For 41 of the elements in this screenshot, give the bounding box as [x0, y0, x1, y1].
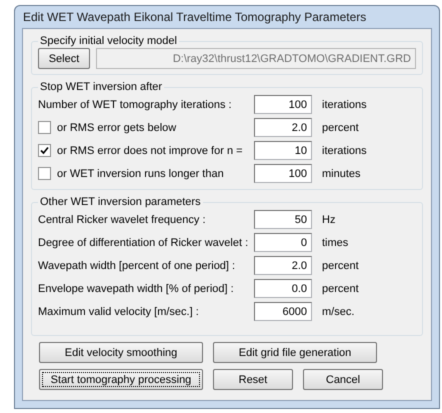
field-label: Central Ricker wavelet frequency : [38, 214, 207, 226]
path-field[interactable]: D:\ray32\thrust12\GRADTOMO\GRADIENT.GRD [96, 48, 416, 69]
input-field[interactable]: 2.0 [254, 256, 312, 275]
field-label: Maximum valid velocity [m/sec.] : [38, 306, 200, 318]
group-legend: Stop WET inversion after [38, 81, 164, 93]
unit-label: Hz [322, 214, 336, 226]
unit-label: minutes [322, 168, 361, 180]
input-field[interactable]: 50 [254, 210, 312, 229]
dialog-button[interactable]: Edit velocity smoothing [39, 342, 203, 363]
dialog-button[interactable]: Reset [213, 369, 293, 390]
input-field[interactable]: 6000 [254, 302, 312, 321]
select-button[interactable]: Select [38, 48, 90, 69]
unit-label: iterations [322, 144, 367, 156]
checkbox-label: or RMS error does not improve for n = [57, 144, 243, 156]
dialog-button[interactable]: Cancel [303, 369, 383, 390]
checkbox[interactable] [38, 167, 51, 180]
input-field[interactable]: 0.0 [254, 279, 312, 298]
checkbox-label: or WET inversion runs longer than [57, 168, 224, 180]
input-field[interactable]: 2.0 [254, 118, 312, 137]
unit-label: percent [322, 122, 359, 134]
field-label: Envelope wavepath width [% of period] : [38, 282, 235, 294]
dialog-button[interactable]: Start tomography processing [39, 369, 203, 390]
field-label: Number of WET tomography iterations : [38, 98, 233, 110]
unit-label: iterations [322, 98, 367, 110]
checkbox[interactable] [38, 121, 51, 134]
checkbox-label: or RMS error gets below [57, 122, 176, 134]
input-field[interactable]: 10 [254, 141, 312, 160]
field-label: Wavepath width [percent of one period] : [38, 260, 236, 272]
unit-label: percent [322, 260, 359, 272]
window-title: Edit WET Wavepath Eikonal Traveltime Tomography Parameters [22, 9, 368, 26]
checkbox[interactable] [38, 144, 51, 157]
input-field[interactable]: 100 [254, 95, 312, 114]
input-field[interactable]: 0 [254, 233, 312, 252]
group-legend: Specify initial velocity model [38, 35, 179, 47]
group-legend: Other WET inversion parameters [38, 196, 203, 208]
unit-label: times [322, 236, 348, 248]
field-label: Degree of differentiation of Ricker wavelet : [38, 236, 250, 248]
dialog-button[interactable]: Edit grid file generation [213, 342, 377, 363]
unit-label: m/sec. [322, 306, 354, 318]
unit-label: percent [322, 282, 359, 294]
input-field[interactable]: 100 [254, 164, 312, 183]
